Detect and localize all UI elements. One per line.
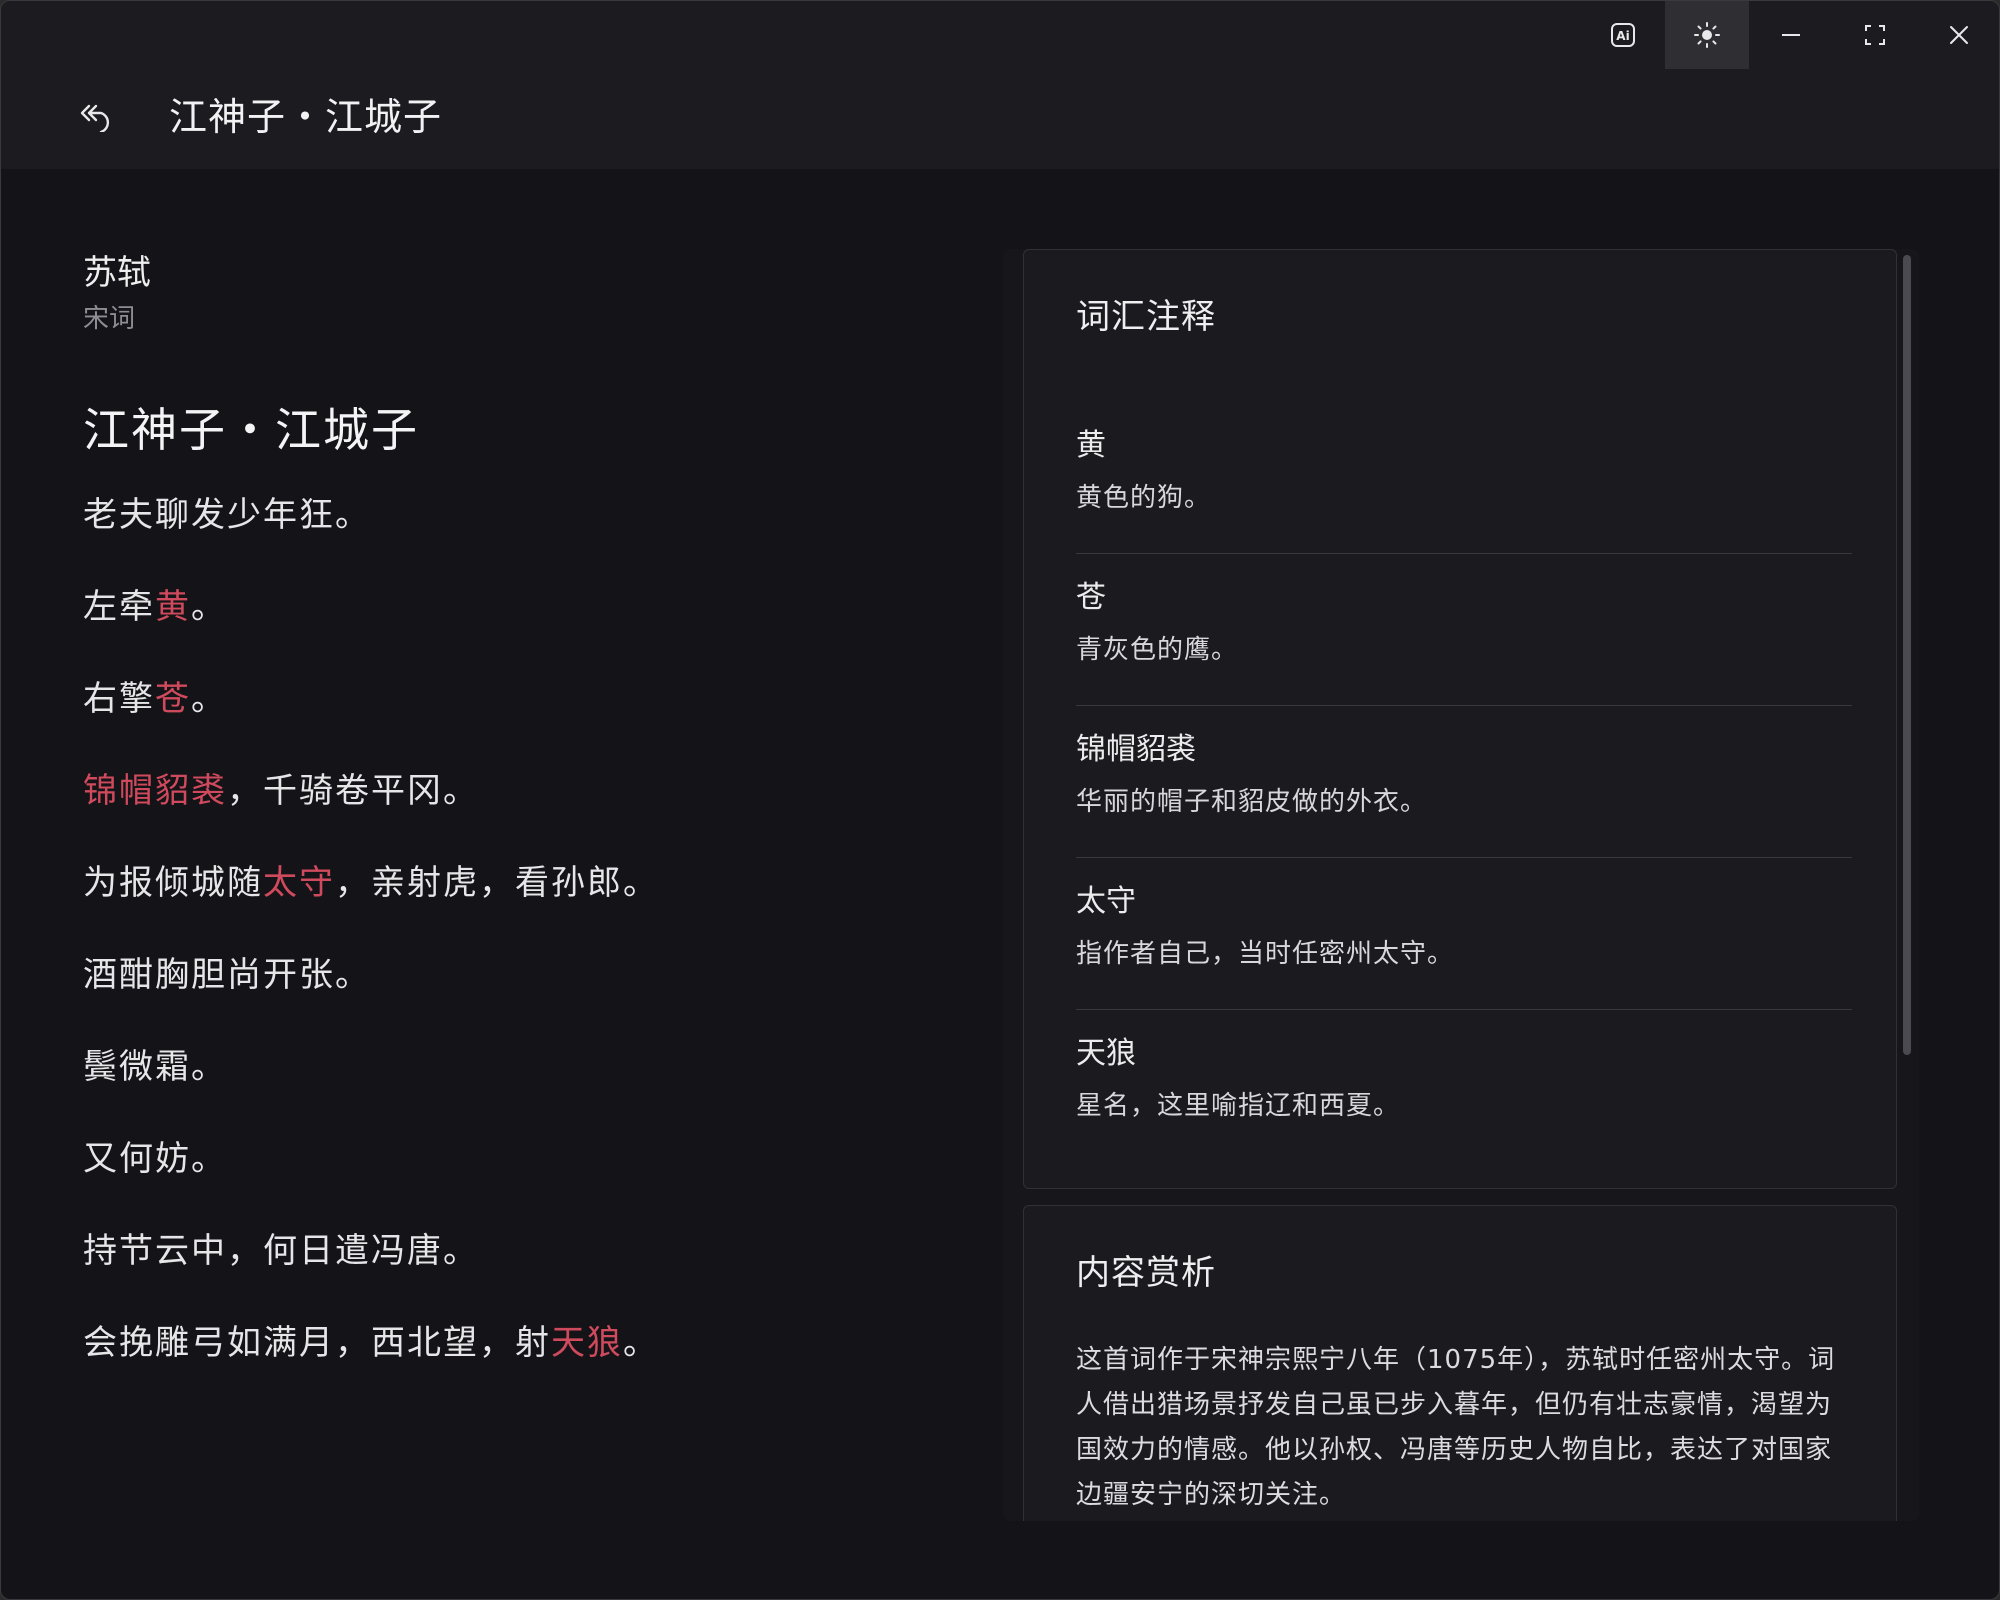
poem-line: 为报倾城随太守，亲射虎，看孙郎。 [83,861,943,953]
poem-line: 锦帽貂裘，千骑卷平冈。 [83,769,943,861]
poem-text: 左牵 [83,587,155,627]
glossary-definition: 青灰色的鹰。 [1076,635,1239,665]
title-bar: Ai 江神子・江城子 [1,1,1999,169]
poem-text: ，亲射虎，看孙郎。 [335,863,659,903]
poem-text: 持节云中，何日遣冯唐。 [83,1231,479,1271]
poem-panel: 苏轼 宋词 江神子・江城子 老夫聊发少年狂。 左牵黄。 右擎苍。 锦帽貂裘，千骑卷平冈… [83,251,943,1413]
close-icon[interactable] [1917,1,1999,69]
annotated-term-link[interactable]: 锦帽貂裘 [83,771,227,811]
poem-line: 持节云中，何日遣冯唐。 [83,1229,943,1321]
glossary-item: 锦帽貂裘华丽的帽子和貂皮做的外衣。 [1076,706,1852,858]
poem-dynasty: 宋词 [83,304,136,334]
back-button[interactable] [73,93,121,141]
poem-line: 又何妨。 [83,1137,943,1229]
analysis-title: 内容赏析 [1076,1253,1216,1293]
poem-text: 。 [191,587,227,627]
glossary-item: 黄黄色的狗。 [1076,402,1852,554]
side-panel[interactable]: 词汇注释 黄黄色的狗。苍青灰色的鹰。锦帽貂裘华丽的帽子和貂皮做的外衣。太守指作者… [1003,249,1919,1521]
back-arrow-icon [80,104,110,132]
maximize-icon[interactable] [1833,1,1917,69]
sun-icon[interactable] [1665,1,1749,69]
glossary-term: 苍 [1076,580,1106,615]
poem-text: 老夫聊发少年狂。 [83,495,371,535]
glossary-definition: 星名，这里喻指辽和西夏。 [1076,1091,1401,1121]
analysis-card: 内容赏析 这首词作于宋神宗熙宁八年（1075年），苏轼时任密州太守。词人借出猎场… [1023,1205,1897,1521]
annotated-term-link[interactable]: 太守 [263,863,335,903]
poem-text: 又何妨。 [83,1139,227,1179]
poem-text: 。 [623,1323,659,1363]
poem-line: 右擎苍。 [83,677,943,769]
poem-body: 老夫聊发少年狂。 左牵黄。 右擎苍。 锦帽貂裘，千骑卷平冈。 为报倾城随太守，亲射虎，看… [83,493,943,1413]
svg-text:Ai: Ai [1616,29,1629,43]
glossary-definition: 指作者自己，当时任密州太守。 [1076,939,1455,969]
ai-icon[interactable]: Ai [1581,1,1665,69]
poem-text: 鬓微霜。 [83,1047,227,1087]
app-window: Ai 江神子・江城子 苏轼 宋词 江神子・江城子 老夫聊发少年狂。 左牵黄。 右… [0,0,2000,1600]
page-title: 江神子・江城子 [169,95,443,139]
annotated-term-link[interactable]: 天狼 [551,1323,623,1363]
annotated-term-link[interactable]: 黄 [155,587,191,627]
analysis-text: 这首词作于宋神宗熙宁八年（1075年），苏轼时任密州太守。词人借出猎场景抒发自己… [1076,1345,1836,1510]
glossary-term: 黄 [1076,428,1106,463]
poem-text: 为报倾城随 [83,863,263,903]
glossary-item: 苍青灰色的鹰。 [1076,554,1852,706]
glossary-definition: 华丽的帽子和貂皮做的外衣。 [1076,787,1428,817]
poem-text: ，千骑卷平冈。 [227,771,479,811]
annotated-term-link[interactable]: 苍 [155,679,191,719]
glossary-item: 太守指作者自己，当时任密州太守。 [1076,858,1852,1010]
poem-title: 江神子・江城子 [83,403,419,457]
poem-text: 会挽雕弓如满月，西北望，射 [83,1323,551,1363]
poem-text: 。 [191,679,227,719]
glossary-term: 太守 [1076,884,1136,919]
glossary-term: 锦帽貂裘 [1076,732,1196,767]
glossary-definition: 黄色的狗。 [1076,483,1212,513]
poem-line: 老夫聊发少年狂。 [83,493,943,585]
minimize-icon[interactable] [1749,1,1833,69]
poem-text: 右擎 [83,679,155,719]
poem-line: 酒酣胸胆尚开张。 [83,953,943,1045]
glossary-card: 词汇注释 黄黄色的狗。苍青灰色的鹰。锦帽貂裘华丽的帽子和貂皮做的外衣。太守指作者… [1023,249,1897,1189]
poem-line: 左牵黄。 [83,585,943,677]
poem-line: 鬓微霜。 [83,1045,943,1137]
glossary-term: 天狼 [1076,1036,1136,1071]
glossary-title: 词汇注释 [1076,297,1216,337]
side-panel-scrollbar[interactable] [1903,255,1911,1055]
poem-text: 酒酣胸胆尚开张。 [83,955,371,995]
glossary-item: 天狼星名，这里喻指辽和西夏。 [1076,1010,1852,1162]
poem-author[interactable]: 苏轼 [83,251,943,295]
poem-line: 会挽雕弓如满月，西北望，射天狼。 [83,1321,943,1413]
